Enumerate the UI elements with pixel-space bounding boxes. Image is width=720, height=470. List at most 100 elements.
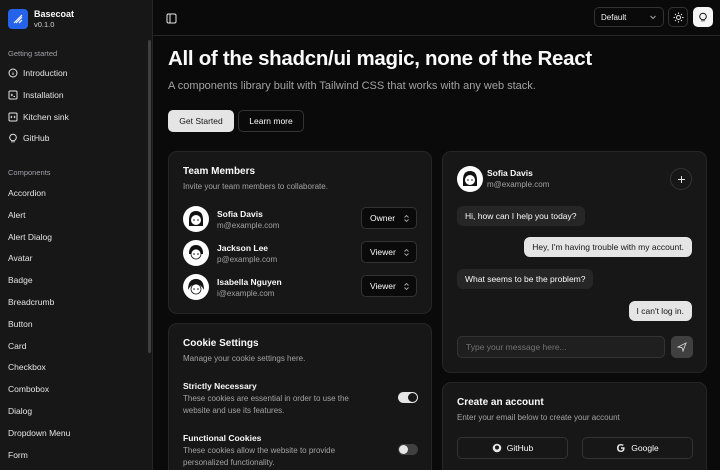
chat-contact-email: m@example.com — [487, 180, 550, 189]
brand[interactable]: Basecoat v0.1.0 — [8, 9, 74, 29]
card-description: Enter your email below to create your ac… — [457, 413, 620, 422]
sidebar-item-label: Button — [8, 318, 33, 329]
sidebar-item-label: Checkbox — [8, 362, 46, 373]
member-email: m@example.com — [217, 221, 280, 230]
functional-cookies-toggle[interactable] — [398, 444, 418, 455]
terminal-icon — [8, 90, 18, 100]
card-title: Create an account — [457, 397, 544, 408]
chevron-updown-icon — [404, 282, 409, 290]
sidebar-item-label: Installation — [23, 90, 64, 100]
sidebar-item-button[interactable]: Button — [8, 317, 33, 331]
sidebar-item-label: Alert — [8, 209, 26, 220]
cookie-option-description: These cookies allow the website to provi… — [183, 446, 336, 467]
send-button[interactable] — [671, 336, 693, 358]
card-description: Invite your team members to collaborate. — [183, 182, 328, 191]
sidebar-item-breadcrumb[interactable]: Breadcrumb — [8, 295, 54, 309]
sidebar-item-label: Alert Dialog — [8, 231, 52, 242]
sidebar-item-avatar[interactable]: Avatar — [8, 251, 32, 265]
theme-select-value: Default — [601, 12, 627, 22]
chat-message-agent: Hi, how can I help you today? — [457, 206, 585, 226]
sidebar-item-checkbox[interactable]: Checkbox — [8, 360, 46, 374]
sidebar-item-label: Breadcrumb — [8, 297, 55, 307]
sidebar-item-label: Introduction — [23, 68, 68, 78]
sidebar-item-accordion[interactable]: Accordion — [8, 186, 46, 200]
get-started-button[interactable]: Get Started — [168, 110, 234, 132]
member-name: Isabella Nguyen — [217, 277, 282, 287]
add-contact-button[interactable] — [670, 168, 692, 190]
role-select-value: Viewer — [370, 281, 396, 291]
sidebar-item-label: Dropdown Menu — [8, 427, 71, 438]
sidebar-item-card[interactable]: Card — [8, 339, 26, 353]
google-icon — [617, 444, 625, 452]
chat-card: Sofia Davis m@example.com Hi, how can I … — [442, 151, 707, 373]
section-label-components: Components — [8, 168, 51, 177]
member-row: Sofia Davis m@example.com Owner — [183, 206, 417, 232]
role-select[interactable]: Owner — [361, 207, 417, 229]
learn-more-button[interactable]: Learn more — [238, 110, 304, 132]
theme-select[interactable]: Default — [594, 7, 664, 27]
sidebar-toggle-button[interactable] — [163, 10, 179, 26]
plus-icon — [677, 175, 685, 183]
team-members-card: Team Members Invite your team members to… — [168, 151, 432, 314]
sidebar-item-label: Dialog — [8, 406, 33, 416]
brand-name: Basecoat — [34, 9, 75, 19]
google-signup-button[interactable]: Google — [582, 437, 693, 459]
avatar — [183, 240, 209, 266]
toggle-knob — [408, 393, 417, 402]
chevron-updown-icon — [404, 248, 409, 256]
github-signup-label: GitHub — [506, 443, 534, 453]
theme-toggle-button[interactable] — [668, 7, 688, 27]
chat-message-input[interactable]: Type your message here... — [457, 336, 665, 358]
circle-info-icon — [8, 68, 18, 78]
top-bar: Default — [153, 0, 720, 36]
sidebar-item-badge[interactable]: Badge — [8, 273, 33, 287]
github-signup-button[interactable]: GitHub — [457, 437, 568, 459]
sidebar-item-alert-dialog[interactable]: Alert Dialog — [8, 230, 52, 244]
chevron-down-icon — [650, 15, 656, 20]
role-select-value: Viewer — [370, 247, 396, 257]
member-row: Jackson Lee p@example.com Viewer — [183, 240, 417, 266]
role-select[interactable]: Viewer — [361, 241, 417, 263]
sidebar-item-label: Card — [8, 340, 27, 351]
github-link-button[interactable] — [693, 7, 713, 27]
send-icon — [677, 342, 687, 352]
cookie-settings-card: Cookie Settings Manage your cookie setti… — [168, 323, 432, 470]
sidebar-item-label: Kitchen sink — [23, 112, 69, 122]
sidebar-item-dropdown-menu[interactable]: Dropdown Menu — [8, 426, 70, 440]
cookie-option-title: Strictly Necessary — [183, 381, 257, 391]
brand-version: v0.1.0 — [34, 20, 55, 29]
role-select[interactable]: Viewer — [361, 275, 417, 297]
sidebar-item-label: Avatar — [8, 253, 33, 264]
sidebar-scrollbar[interactable] — [148, 40, 151, 353]
github-icon — [9, 133, 17, 143]
section-label-getting-started: Getting started — [8, 49, 58, 58]
avatar — [183, 274, 209, 300]
create-account-card: Create an account Enter your email below… — [442, 382, 707, 470]
sun-icon — [673, 12, 683, 22]
sidebar-item-form[interactable]: Form — [8, 448, 28, 462]
sidebar-item-label: Form — [8, 449, 28, 460]
sidebar-panel-icon — [166, 13, 176, 23]
card-description: Manage your cookie settings here. — [183, 354, 306, 363]
sidebar-item-combobox[interactable]: Combobox — [8, 382, 49, 396]
sidebar-item-kitchen-sink[interactable]: Kitchen sink — [8, 110, 69, 124]
sidebar-item-label: Badge — [8, 275, 33, 286]
sidebar-item-dialog[interactable]: Dialog — [8, 404, 32, 418]
github-icon — [492, 443, 502, 453]
sidebar-item-installation[interactable]: Installation — [8, 88, 64, 102]
toggle-knob — [399, 445, 408, 454]
cookie-option-description: These cookies are essential in order to … — [183, 394, 349, 415]
sidebar-item-github[interactable]: GitHub — [8, 131, 49, 145]
card-title: Cookie Settings — [183, 338, 259, 349]
avatar — [457, 166, 483, 192]
chevron-updown-icon — [404, 214, 409, 222]
strictly-necessary-toggle[interactable] — [398, 392, 418, 403]
sidebar-item-label: Accordion — [8, 188, 46, 198]
code-icon — [8, 112, 18, 122]
avatar — [183, 206, 209, 232]
role-select-value: Owner — [370, 213, 396, 223]
sidebar-item-introduction[interactable]: Introduction — [8, 66, 67, 80]
sidebar-item-alert[interactable]: Alert — [8, 208, 25, 222]
page-subtitle: A components library built with Tailwind… — [168, 80, 536, 92]
chat-message-user: I can't log in. — [628, 301, 692, 321]
